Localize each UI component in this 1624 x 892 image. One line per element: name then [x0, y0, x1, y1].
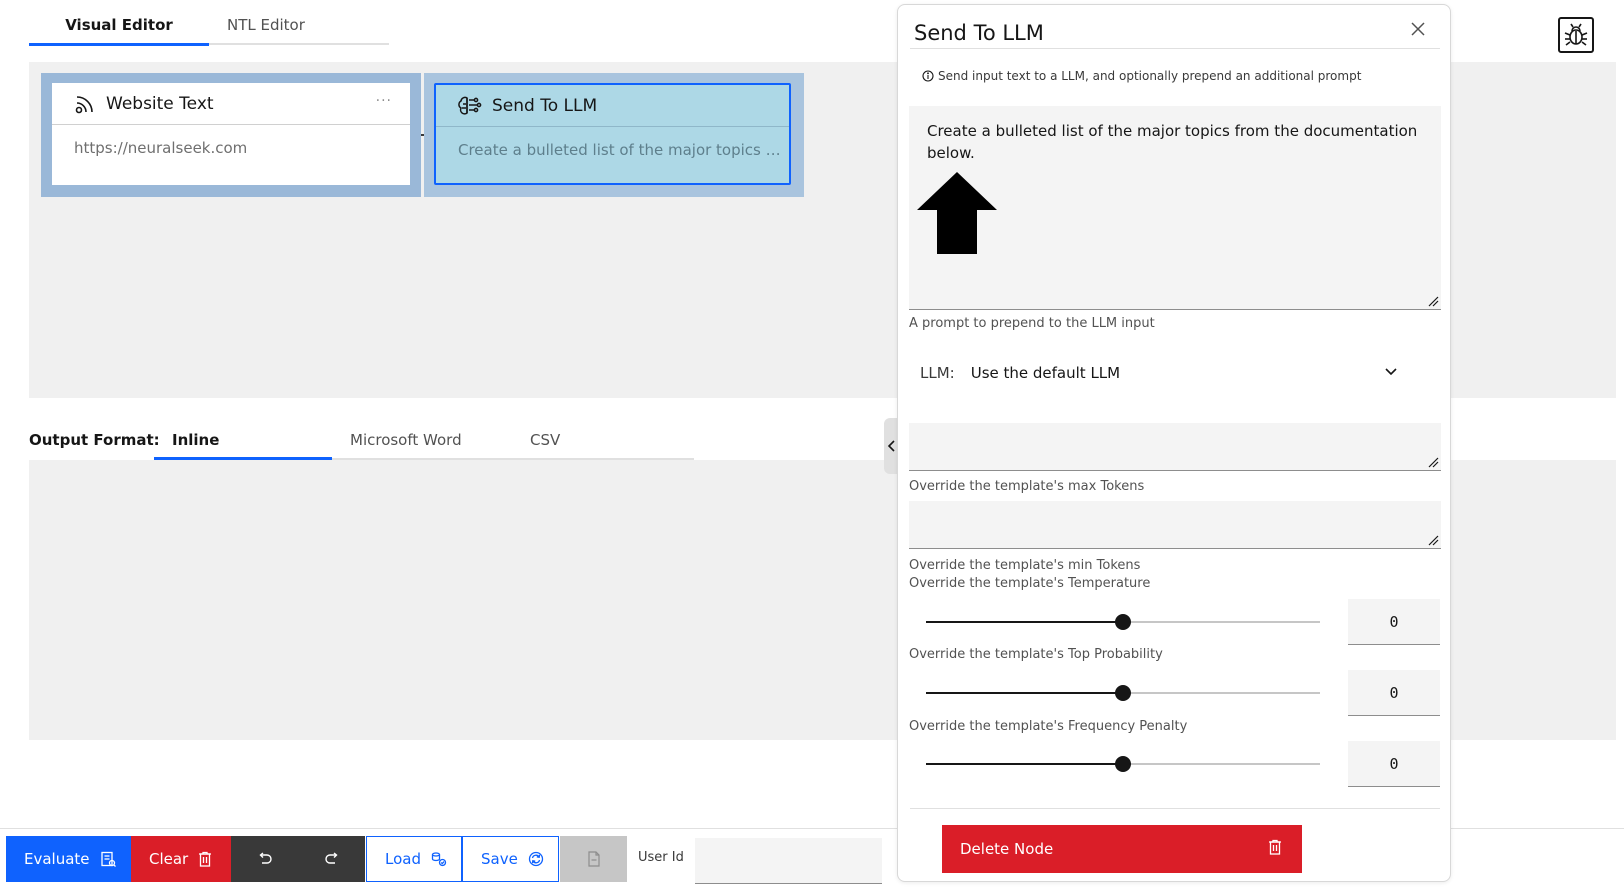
top-probability-help: Override the template's Top Probability	[909, 647, 1163, 662]
llm-select[interactable]: LLM: Use the default LLM	[909, 355, 1409, 391]
load-label: Load	[385, 850, 421, 868]
clear-button[interactable]: Clear	[131, 836, 231, 882]
temperature-slider[interactable]	[926, 614, 1320, 630]
user-id-input[interactable]	[695, 838, 882, 884]
prompt-textarea[interactable]: Create a bulleted list of the major topi…	[909, 106, 1441, 310]
slider-thumb[interactable]	[1115, 685, 1131, 701]
min-tokens-help: Override the template's min Tokens	[909, 558, 1141, 573]
panel-title: Send To LLM	[914, 21, 1044, 45]
debug-button[interactable]	[1558, 17, 1594, 53]
brain-circuit-icon	[458, 96, 482, 115]
export-file-button[interactable]	[560, 836, 627, 882]
top-probability-input[interactable]: 0	[1348, 670, 1440, 716]
rss-feed-icon	[75, 95, 93, 113]
top-probability-slider[interactable]	[926, 685, 1320, 701]
close-button[interactable]	[1408, 19, 1428, 39]
temperature-input[interactable]: 0	[1348, 599, 1440, 645]
node-send-to-llm-wrapper: Send To LLM Create a bulleted list of th…	[424, 73, 804, 197]
node-header: Website Text	[52, 83, 410, 125]
evaluate-button[interactable]: Evaluate	[6, 836, 131, 882]
chevron-down-icon	[1385, 368, 1397, 376]
node-send-to-llm[interactable]: Send To LLM Create a bulleted list of th…	[434, 83, 791, 185]
tab-csv[interactable]: CSV	[512, 418, 672, 460]
resize-grip-icon[interactable]	[1427, 295, 1439, 307]
prompt-text: Create a bulleted list of the major topi…	[927, 122, 1418, 162]
document-icon	[587, 851, 600, 867]
tab-ntl-editor[interactable]: NTL Editor	[209, 0, 389, 45]
delete-node-button[interactable]: Delete Node	[942, 825, 1302, 873]
llm-label: LLM:	[920, 364, 955, 382]
node-website-text-wrapper: Website Text ··· https://neuralseek.com	[41, 73, 443, 197]
slider-thumb[interactable]	[1115, 756, 1131, 772]
slider-rest-track	[1123, 763, 1320, 765]
prompt-help-text: A prompt to prepend to the LLM input	[909, 316, 1155, 331]
save-button[interactable]: Save	[462, 836, 559, 882]
node-body-text: https://neuralseek.com	[74, 139, 248, 157]
frequency-penalty-input[interactable]: 0	[1348, 741, 1440, 787]
delete-node-label: Delete Node	[960, 840, 1054, 858]
chevron-left-icon	[887, 440, 895, 452]
panel-description: Send input text to a LLM, and optionally…	[922, 69, 1361, 83]
frequency-penalty-slider[interactable]	[926, 756, 1320, 772]
node-title: Send To LLM	[492, 95, 598, 116]
redo-icon	[324, 852, 338, 864]
slider-rest-track	[1123, 621, 1320, 623]
close-icon	[1411, 22, 1425, 36]
load-button[interactable]: Load	[366, 836, 462, 882]
output-format-label: Output Format:	[29, 431, 160, 449]
panel-description-text: Send input text to a LLM, and optionally…	[938, 69, 1362, 83]
clear-label: Clear	[149, 850, 189, 868]
node-title: Website Text	[106, 93, 214, 114]
trash-icon	[1269, 839, 1281, 855]
arrow-up-icon	[917, 172, 997, 254]
save-sync-icon	[528, 851, 543, 867]
max-tokens-help: Override the template's max Tokens	[909, 479, 1145, 494]
document-evaluate-icon	[100, 851, 116, 867]
user-id-label: User Id	[638, 850, 684, 865]
undo-icon	[258, 852, 272, 864]
resize-grip-icon[interactable]	[1427, 534, 1439, 546]
info-icon	[922, 70, 934, 82]
tab-microsoft-word[interactable]: Microsoft Word	[332, 418, 512, 460]
node-header: Send To LLM	[436, 85, 789, 127]
temperature-help: Override the template's Temperature	[909, 576, 1151, 591]
trash-icon	[199, 851, 212, 867]
max-tokens-textarea[interactable]	[909, 423, 1441, 471]
node-body-text: Create a bulleted list of the major topi…	[458, 141, 781, 159]
node-overflow-menu[interactable]: ···	[376, 93, 392, 109]
evaluate-label: Evaluate	[24, 850, 90, 868]
panel-footer-divider	[910, 808, 1440, 809]
slider-rest-track	[1123, 692, 1320, 694]
redo-button[interactable]	[298, 836, 365, 882]
editor-tabs: Visual Editor NTL Editor	[29, 0, 389, 46]
save-label: Save	[481, 850, 518, 868]
node-properties-panel: Send To LLM Send input text to a LLM, an…	[897, 4, 1451, 882]
output-format-tabs: Inline Microsoft Word CSV	[154, 418, 694, 460]
slider-thumb[interactable]	[1115, 614, 1131, 630]
data-load-icon	[431, 852, 447, 867]
undo-button[interactable]	[231, 836, 298, 882]
tab-visual-editor[interactable]: Visual Editor	[29, 0, 209, 46]
llm-selected-value: Use the default LLM	[970, 364, 1121, 382]
panel-divider	[910, 48, 1440, 49]
bug-icon	[1564, 23, 1588, 46]
min-tokens-textarea[interactable]	[909, 501, 1441, 549]
resize-grip-icon[interactable]	[1427, 456, 1439, 468]
tab-inline[interactable]: Inline	[154, 418, 332, 460]
node-website-text[interactable]: Website Text ··· https://neuralseek.com	[52, 83, 410, 185]
frequency-penalty-help: Override the template's Frequency Penalt…	[909, 719, 1188, 734]
